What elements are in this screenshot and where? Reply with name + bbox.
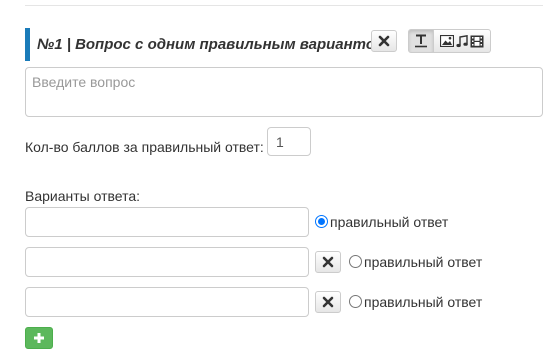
correct-radio-label-2: правильный ответ — [364, 254, 483, 270]
text-format-icon — [415, 34, 427, 48]
answer-input-2[interactable] — [25, 247, 309, 277]
music-icon — [456, 34, 468, 47]
image-icon — [440, 35, 454, 47]
answers-label: Варианты ответа: — [25, 188, 141, 204]
correct-radio-2[interactable] — [349, 255, 362, 268]
correct-radio-label-3: правильный ответ — [364, 294, 483, 310]
media-type-button[interactable] — [434, 29, 491, 53]
close-icon — [378, 35, 390, 47]
points-input[interactable] — [267, 127, 311, 156]
add-answer-button[interactable] — [25, 327, 53, 349]
question-accent-bar — [25, 28, 30, 61]
close-icon — [322, 256, 334, 268]
question-header: №1 | Вопрос с одним правильным вариантом — [25, 28, 543, 61]
film-icon — [470, 35, 484, 47]
correct-radio-label-1: правильный ответ — [330, 214, 449, 230]
question-text-input[interactable] — [25, 67, 543, 117]
question-title: №1 | Вопрос с одним правильным вариантом — [37, 36, 387, 53]
question-type-toggle — [408, 29, 491, 53]
top-divider — [25, 5, 543, 6]
text-type-button[interactable] — [408, 29, 434, 53]
points-label: Кол-во баллов за правильный ответ: — [25, 139, 264, 155]
answer-input-1[interactable] — [25, 207, 309, 237]
correct-radio-3[interactable] — [349, 295, 362, 308]
delete-answer-button-2[interactable] — [315, 251, 341, 273]
close-icon — [322, 296, 334, 308]
delete-question-button[interactable] — [371, 30, 397, 52]
correct-radio-1[interactable] — [315, 215, 328, 228]
delete-answer-button-3[interactable] — [315, 291, 341, 313]
plus-icon — [34, 333, 44, 343]
answer-input-3[interactable] — [25, 287, 309, 317]
